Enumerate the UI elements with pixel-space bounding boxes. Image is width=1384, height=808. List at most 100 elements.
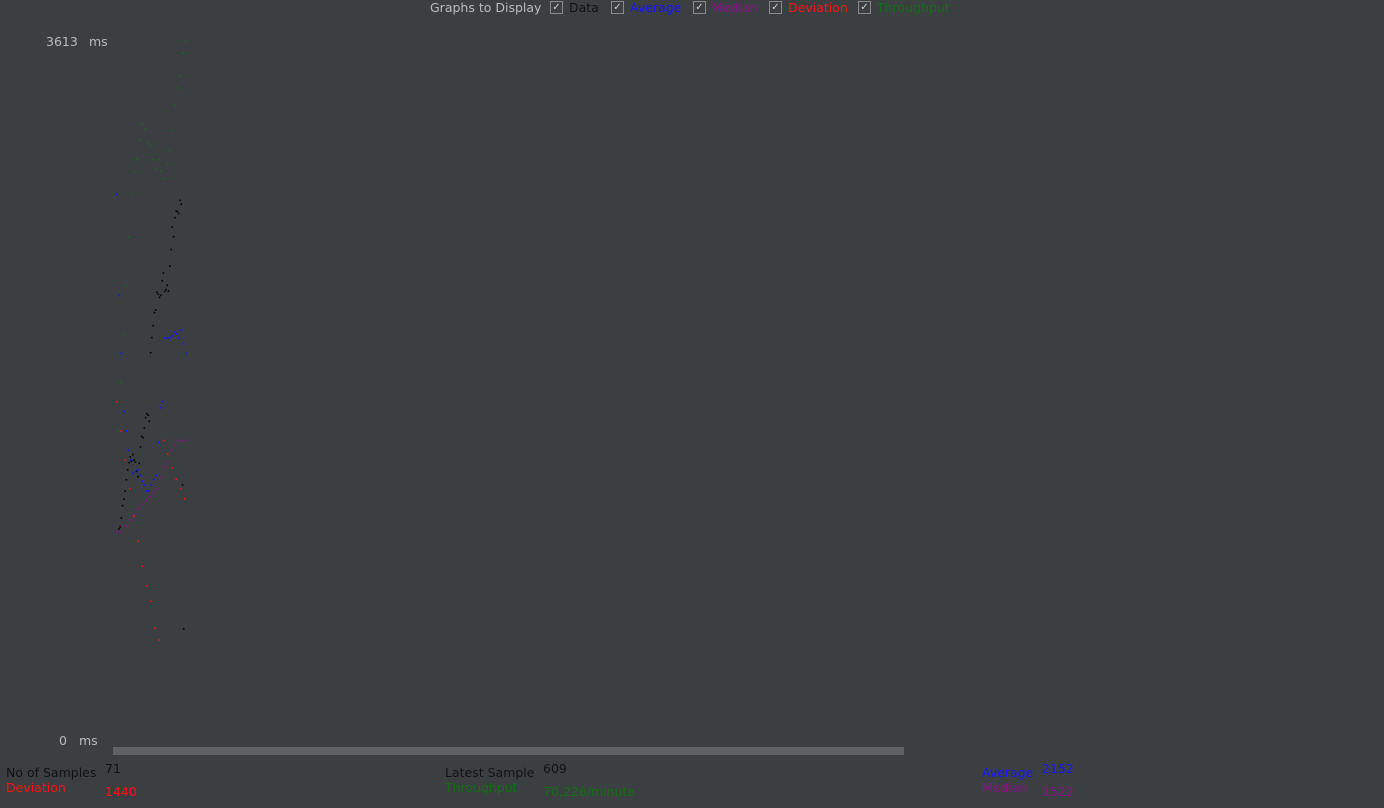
throughput-point	[133, 170, 135, 172]
deviation-point	[124, 459, 127, 461]
median-point	[123, 524, 126, 527]
median-point	[152, 492, 155, 494]
data-point	[134, 461, 137, 463]
data-point	[160, 294, 162, 296]
average-point	[139, 474, 141, 477]
average-point	[164, 337, 167, 339]
data-point	[126, 469, 129, 471]
samples-label: No of Samples	[6, 765, 97, 780]
data-point	[177, 212, 180, 215]
median-point	[155, 488, 158, 490]
throughput-point	[171, 129, 173, 132]
data-point	[161, 280, 163, 282]
data-point	[174, 216, 176, 219]
deviation-point	[145, 585, 148, 587]
data-point	[170, 248, 172, 251]
average-point	[162, 400, 164, 403]
average-point	[134, 470, 137, 473]
average-stat-value: 2152	[1042, 761, 1074, 776]
throughput-point	[160, 170, 163, 172]
data-point	[151, 336, 153, 339]
average-point	[178, 337, 180, 339]
deviation-series	[116, 400, 186, 641]
data-point	[148, 420, 151, 423]
data-point	[157, 293, 160, 296]
graph-plot	[116, 40, 187, 641]
average-point	[175, 333, 178, 335]
data-point	[121, 504, 124, 507]
median-point	[177, 439, 180, 442]
data-point	[153, 311, 156, 314]
data-point	[171, 226, 174, 228]
average-point	[166, 337, 169, 339]
deviation-point	[154, 627, 156, 630]
average-point	[143, 484, 146, 487]
deviation-stat-value: 1440	[105, 784, 137, 799]
average-stat-label: Average	[982, 765, 1034, 780]
data-point	[158, 296, 161, 299]
median-point	[174, 443, 176, 446]
throughput-point	[185, 40, 187, 43]
data-point	[163, 290, 166, 293]
throughput-point	[182, 52, 184, 54]
data-point	[128, 461, 130, 464]
deviation-stat-label: Deviation	[6, 780, 66, 795]
deviation-point	[162, 439, 165, 442]
average-point	[180, 329, 183, 332]
average-point	[155, 474, 157, 477]
deviation-point	[137, 540, 139, 542]
data-point	[179, 199, 181, 202]
throughput-point	[144, 127, 146, 130]
average-series	[116, 193, 187, 492]
deviation-point	[167, 453, 169, 455]
average-point	[127, 449, 130, 452]
average-point	[118, 294, 121, 297]
deviation-point	[116, 400, 118, 403]
data-point	[132, 453, 134, 456]
median-point	[163, 464, 165, 467]
data-point	[176, 210, 179, 213]
average-point	[157, 441, 160, 444]
throughput-stat-value: 70,226/minute	[543, 784, 636, 799]
median-point	[116, 530, 118, 533]
median-point	[137, 507, 140, 510]
deviation-point	[184, 497, 186, 500]
deviation-point	[171, 466, 173, 469]
average-point	[122, 410, 125, 413]
throughput-point	[163, 178, 165, 180]
deviation-point	[158, 639, 161, 641]
median-point	[166, 461, 169, 463]
data-point	[125, 479, 128, 481]
horizontal-scrollbar[interactable]	[113, 747, 904, 755]
deviation-point	[133, 515, 135, 517]
average-point	[136, 468, 139, 471]
deviation-point	[175, 478, 178, 480]
median-point	[134, 513, 136, 516]
throughput-point	[155, 168, 157, 171]
data-point	[155, 309, 157, 311]
median-stat-label: Median	[982, 780, 1028, 795]
throughput-point	[174, 104, 176, 107]
deviation-point	[128, 488, 131, 490]
median-point	[181, 439, 184, 442]
throughput-point	[127, 236, 130, 238]
average-point	[150, 484, 153, 487]
throughput-point	[168, 149, 171, 151]
average-point	[145, 490, 148, 492]
median-point	[170, 449, 173, 452]
deviation-point	[141, 565, 144, 568]
data-point	[138, 462, 140, 465]
average-point	[185, 352, 187, 355]
data-point	[167, 290, 170, 292]
data-point	[181, 484, 184, 486]
data-point	[166, 284, 168, 287]
average-point	[132, 472, 134, 475]
data-point	[180, 203, 183, 205]
data-point	[144, 416, 147, 419]
average-point	[171, 335, 173, 337]
throughput-point	[125, 284, 127, 287]
latest-sample-value: 609	[543, 761, 567, 776]
average-point	[152, 478, 155, 481]
data-point	[169, 265, 171, 267]
average-point	[182, 342, 185, 345]
